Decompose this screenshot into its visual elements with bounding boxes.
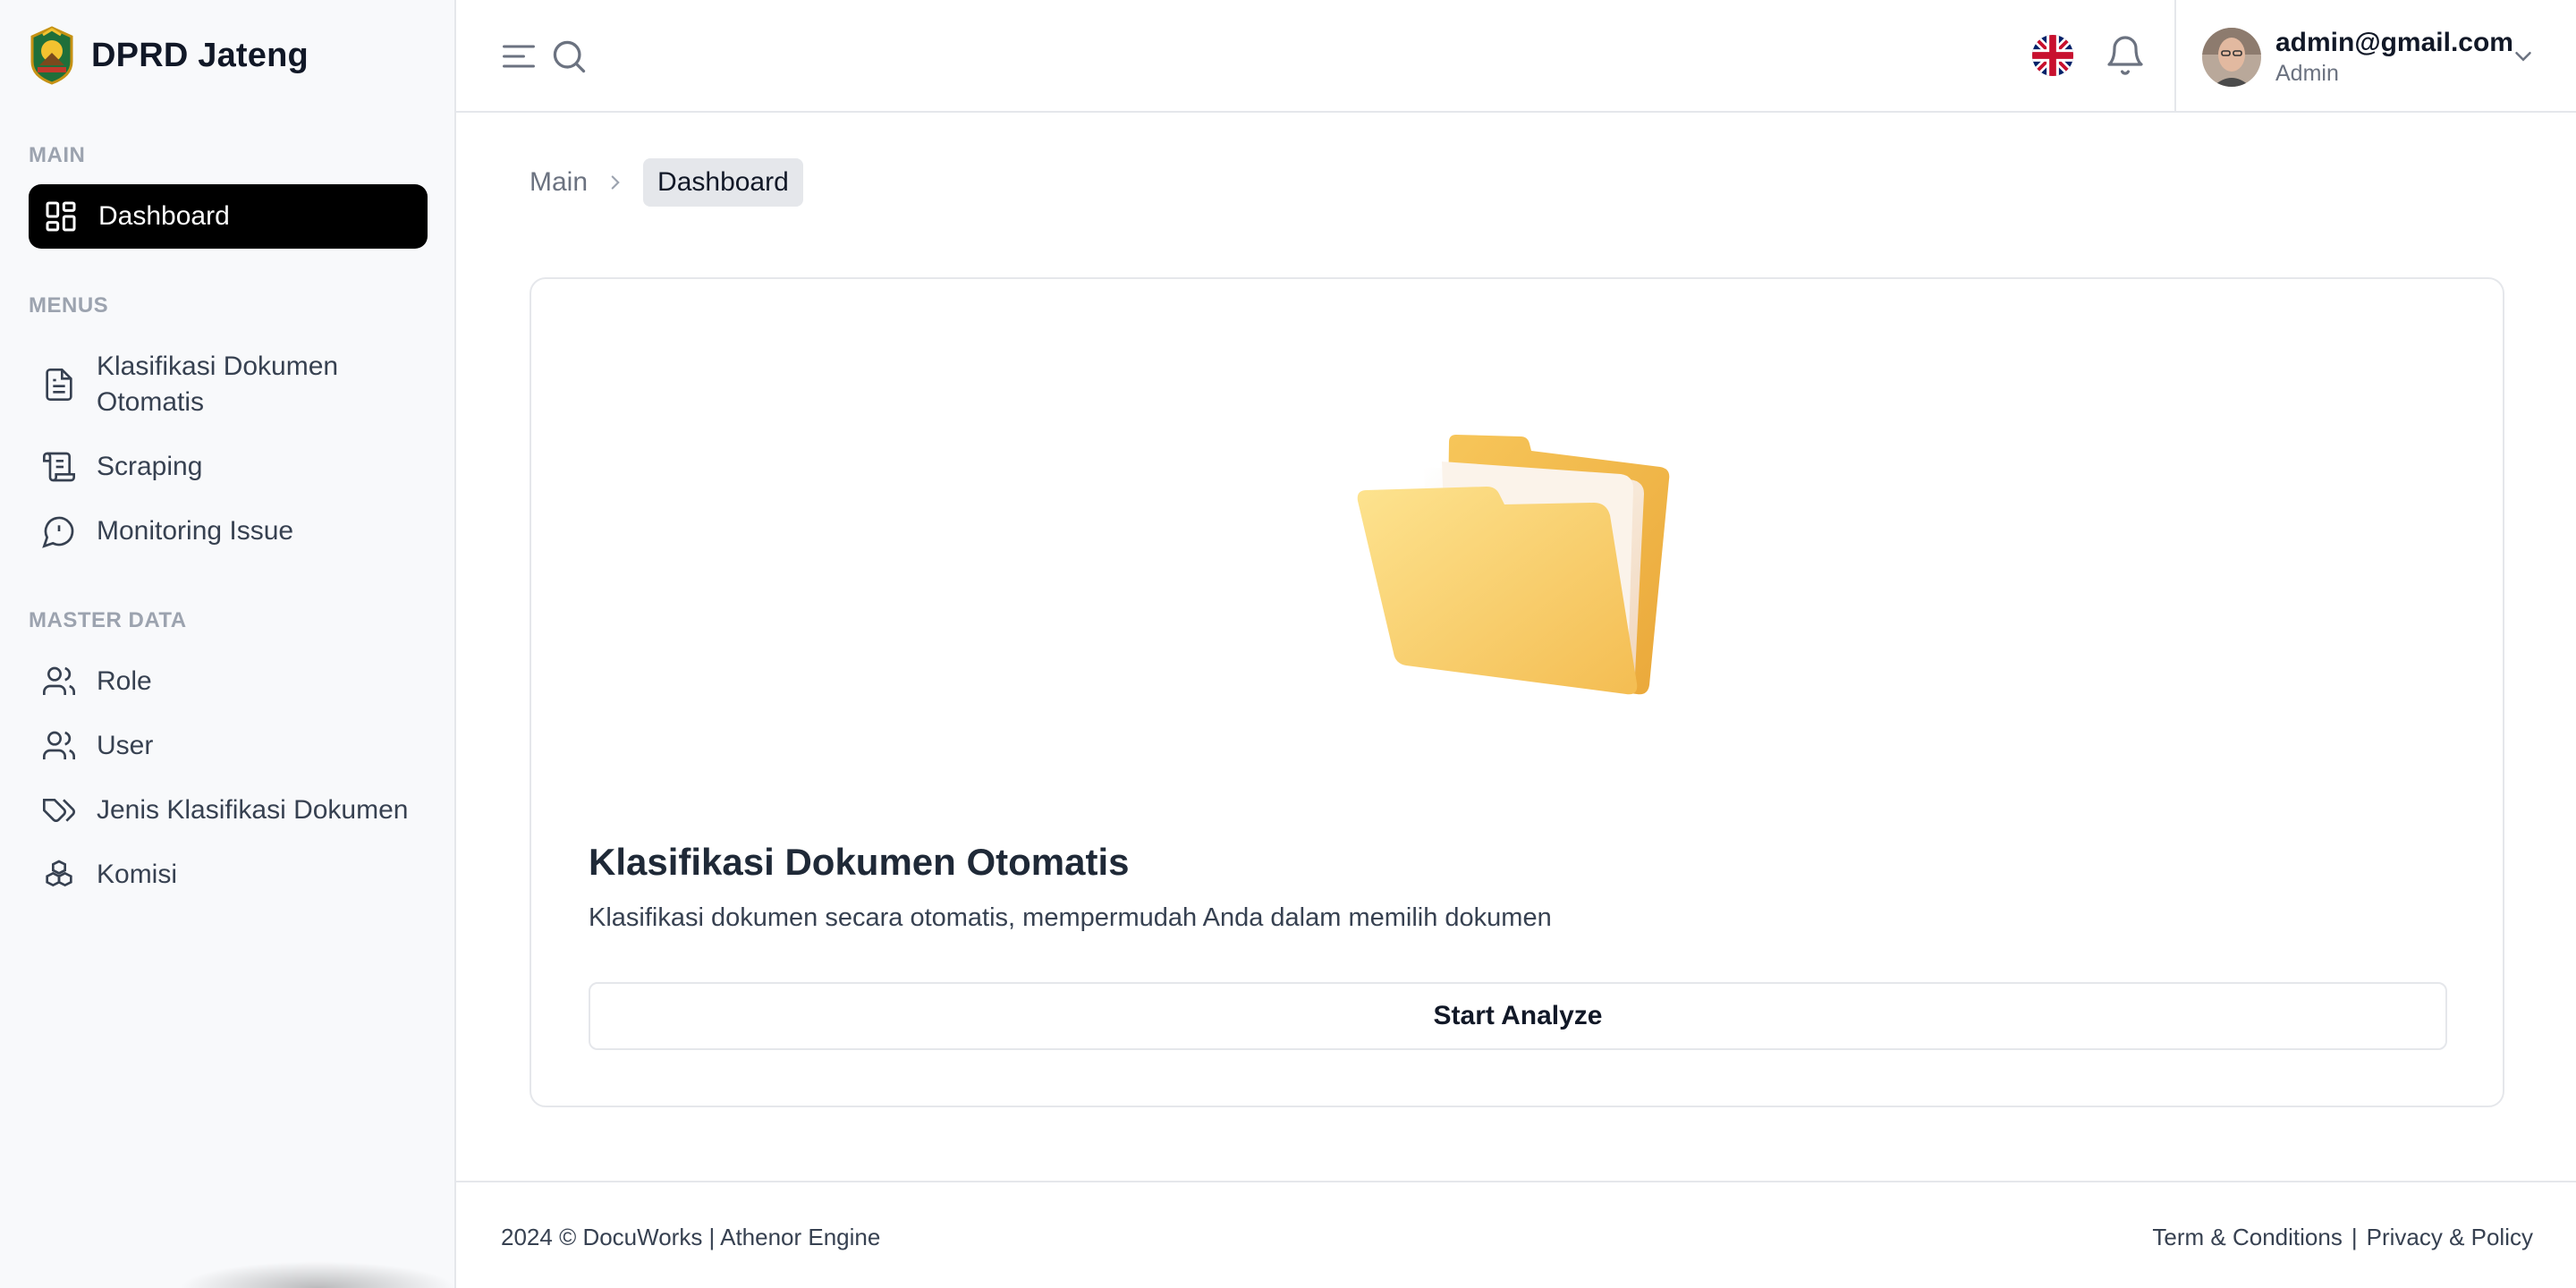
- topbar-divider: [2174, 0, 2176, 113]
- sidebar-item-label: Dashboard: [98, 201, 230, 231]
- sidebar-item-scraping[interactable]: Scraping: [29, 447, 428, 487]
- tags-icon: [43, 799, 75, 822]
- dashboard-grid-icon: [46, 201, 76, 232]
- sidebar-item-monitoring-issue[interactable]: Monitoring Issue: [29, 512, 428, 551]
- breadcrumb-main-link[interactable]: Main: [530, 167, 588, 198]
- sidebar-item-label: Klasifikasi Dokumen Otomatis: [97, 349, 338, 420]
- sidebar-item-dashboard[interactable]: Dashboard: [29, 184, 428, 249]
- section-label-menus: MENUS: [29, 293, 109, 318]
- users-icon: [43, 666, 76, 695]
- sidebar-item-label: Komisi: [97, 860, 178, 889]
- app-name: DPRD Jateng: [91, 36, 309, 74]
- notification-bell-icon[interactable]: [2104, 32, 2147, 79]
- uk-flag-icon[interactable]: [2032, 35, 2073, 76]
- avatar: [2202, 28, 2261, 87]
- breadcrumb: Main Dashboard: [530, 157, 803, 208]
- terms-link[interactable]: Term & Conditions: [2152, 1224, 2342, 1251]
- sidebar-item-klasifikasi-dokumen[interactable]: Klasifikasi Dokumen Otomatis: [29, 347, 428, 422]
- start-analyze-button[interactable]: Start Analyze: [589, 982, 2447, 1050]
- user-menu[interactable]: admin@gmail.com Admin: [2202, 25, 2513, 89]
- jateng-emblem-logo: [30, 26, 73, 85]
- sidebar-item-jenis-klasifikasi-dokumen[interactable]: Jenis Klasifikasi Dokumen: [29, 791, 428, 830]
- scroll-icon: [43, 452, 75, 482]
- sidebar-item-label: User: [97, 731, 154, 760]
- classification-card: Klasifikasi Dokumen Otomatis Klasifikasi…: [530, 277, 2504, 1107]
- sidebar-item-label: Role: [97, 666, 152, 696]
- section-label-main: MAIN: [29, 143, 86, 167]
- document-icon: [46, 369, 72, 401]
- breadcrumb-current: Dashboard: [643, 158, 803, 207]
- card-title: Klasifikasi Dokumen Otomatis: [589, 841, 1130, 883]
- folder-illustration: [1357, 435, 1670, 695]
- sidebar: DPRD Jateng MAIN Dashboard MENUS Klasifi…: [0, 0, 456, 1288]
- user-info: admin@gmail.com Admin: [2275, 27, 2513, 88]
- footer-copyright: 2024 © DocuWorks | Athenor Engine: [501, 1224, 881, 1250]
- card-description: Klasifikasi dokumen secara otomatis, mem…: [589, 903, 1552, 932]
- menu-toggle-icon[interactable]: [499, 37, 538, 76]
- chevron-down-icon[interactable]: [2510, 43, 2537, 70]
- sidebar-item-role[interactable]: Role: [29, 662, 428, 701]
- user-email: admin@gmail.com: [2275, 28, 2513, 57]
- sidebar-item-user[interactable]: User: [29, 726, 428, 766]
- label-line-1: Klasifikasi Dokumen: [97, 352, 339, 381]
- label-line-2: Otomatis: [97, 387, 205, 417]
- sidebar-item-label: Jenis Klasifikasi Dokumen: [97, 795, 409, 825]
- sidebar-bottom-shadow: [179, 1261, 456, 1288]
- sidebar-item-label: Scraping: [97, 452, 203, 481]
- topbar: admin@gmail.com Admin: [456, 0, 2576, 113]
- privacy-link[interactable]: Privacy & Policy: [2367, 1224, 2533, 1251]
- footer-separator: |: [2351, 1224, 2358, 1250]
- sidebar-item-komisi[interactable]: Komisi: [29, 855, 428, 894]
- message-alert-icon: [42, 516, 74, 548]
- chevron-right-icon: [611, 175, 620, 190]
- search-icon[interactable]: [549, 37, 589, 76]
- section-label-master-data: MASTER DATA: [29, 608, 187, 632]
- footer: 2024 © DocuWorks | Athenor Engine Term &…: [456, 1181, 2576, 1288]
- user-role: Admin: [2275, 61, 2339, 86]
- sidebar-item-label: Monitoring Issue: [97, 516, 294, 546]
- footer-links: Term & Conditions | Privacy & Policy: [2152, 1224, 2533, 1251]
- users-icon: [43, 731, 76, 759]
- boxes-icon: [46, 860, 72, 887]
- brand[interactable]: DPRD Jateng: [27, 23, 309, 88]
